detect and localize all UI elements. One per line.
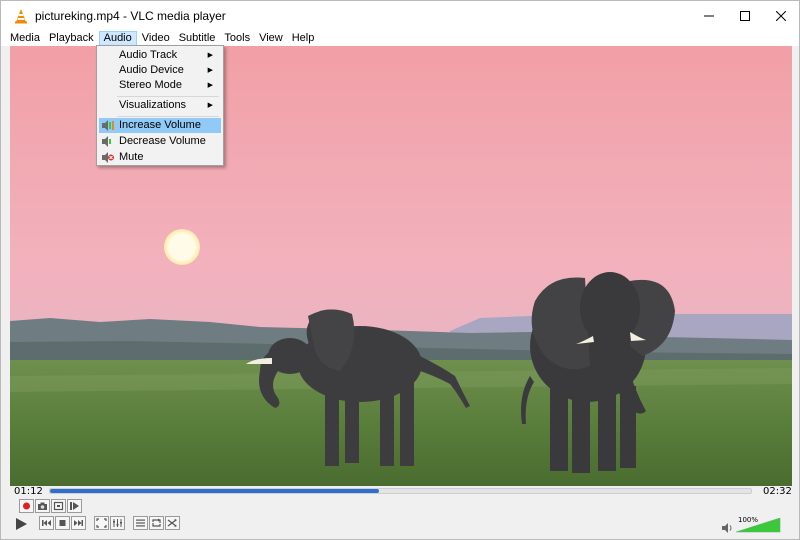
loop-button[interactable] [149,516,164,530]
camera-icon [38,502,47,510]
shuffle-button[interactable] [165,516,180,530]
volume-slider[interactable] [736,518,781,533]
next-button[interactable] [71,516,86,530]
menu-tools[interactable]: Tools [220,31,254,46]
shuffle-icon [167,518,177,528]
seek-slider[interactable] [49,488,752,494]
menu-separator [117,116,219,117]
submenu-arrow-icon: ▶ [207,102,213,109]
menu-item-increase-volume[interactable]: Increase Volume [99,118,221,133]
volume-down-icon [102,136,111,147]
menu-item-mute[interactable]: Mute [99,150,221,165]
menu-separator [117,96,219,97]
play-icon [16,518,27,530]
fullscreen-icon [96,518,107,528]
minimize-icon [704,15,714,17]
record-icon [23,502,30,510]
maximize-icon [740,11,750,21]
menu-playback[interactable]: Playback [45,31,98,46]
total-time: 02:32 [763,486,792,497]
mute-icon [102,152,114,163]
loop-ab-button[interactable] [51,499,66,513]
vlc-window: pictureking.mp4 - VLC media player Media… [0,0,800,540]
menu-item-audio-device[interactable]: Audio Device ▶ [99,63,221,78]
audio-dropdown-menu: Audio Track ▶ Audio Device ▶ Stereo Mode… [96,45,224,166]
snapshot-button[interactable] [35,499,50,513]
frame-by-frame-button[interactable] [67,499,82,513]
speaker-icon[interactable] [722,523,734,533]
next-icon [74,520,83,526]
seek-row: 01:12 02:32 [1,486,799,498]
title-bar: pictureking.mp4 - VLC media player [1,1,799,31]
menu-item-label: Audio Track [119,49,178,61]
minimize-button[interactable] [691,1,727,31]
loop-ab-icon [53,501,64,511]
menu-bar: Media Playback Audio Video Subtitle Tool… [1,31,799,46]
menu-item-label: Mute [119,151,144,163]
menu-item-audio-track[interactable]: Audio Track ▶ [99,48,221,63]
play-button[interactable] [11,514,31,534]
menu-help[interactable]: Help [288,31,319,46]
submenu-arrow-icon: ▶ [207,82,213,89]
menu-audio[interactable]: Audio [98,31,137,46]
vlc-cone-icon [15,9,27,24]
elapsed-time: 01:12 [14,486,43,497]
previous-icon [42,520,51,526]
menu-item-decrease-volume[interactable]: Decrease Volume [99,134,221,149]
menu-item-label: Audio Device [119,64,184,76]
record-button[interactable] [19,499,34,513]
maximize-button[interactable] [727,1,763,31]
menu-item-visualizations[interactable]: Visualizations ▶ [99,98,221,113]
loop-icon [152,518,161,527]
frame-step-icon [70,502,79,510]
playlist-button[interactable] [133,516,148,530]
stop-button[interactable] [55,516,70,530]
seek-progress-fill [50,489,380,493]
menu-item-label: Increase Volume [119,119,201,131]
fullscreen-button[interactable] [94,516,109,530]
menu-item-label: Decrease Volume [119,135,206,147]
menu-item-label: Stereo Mode [119,79,182,91]
stop-icon [59,520,66,526]
volume-up-icon [102,120,114,131]
menu-subtitle[interactable]: Subtitle [175,31,220,46]
extended-settings-button[interactable] [110,516,125,530]
menu-video[interactable]: Video [138,31,174,46]
equalizer-icon [113,519,122,527]
submenu-arrow-icon: ▶ [207,67,213,74]
menu-item-stereo-mode[interactable]: Stereo Mode ▶ [99,78,221,93]
menu-item-label: Visualizations [119,99,187,111]
close-icon [776,11,786,21]
submenu-arrow-icon: ▶ [207,52,213,59]
playlist-icon [136,519,145,527]
menu-media[interactable]: Media [6,31,44,46]
window-title: pictureking.mp4 - VLC media player [35,9,226,23]
previous-button[interactable] [39,516,54,530]
close-button[interactable] [763,1,799,31]
menu-view[interactable]: View [255,31,287,46]
